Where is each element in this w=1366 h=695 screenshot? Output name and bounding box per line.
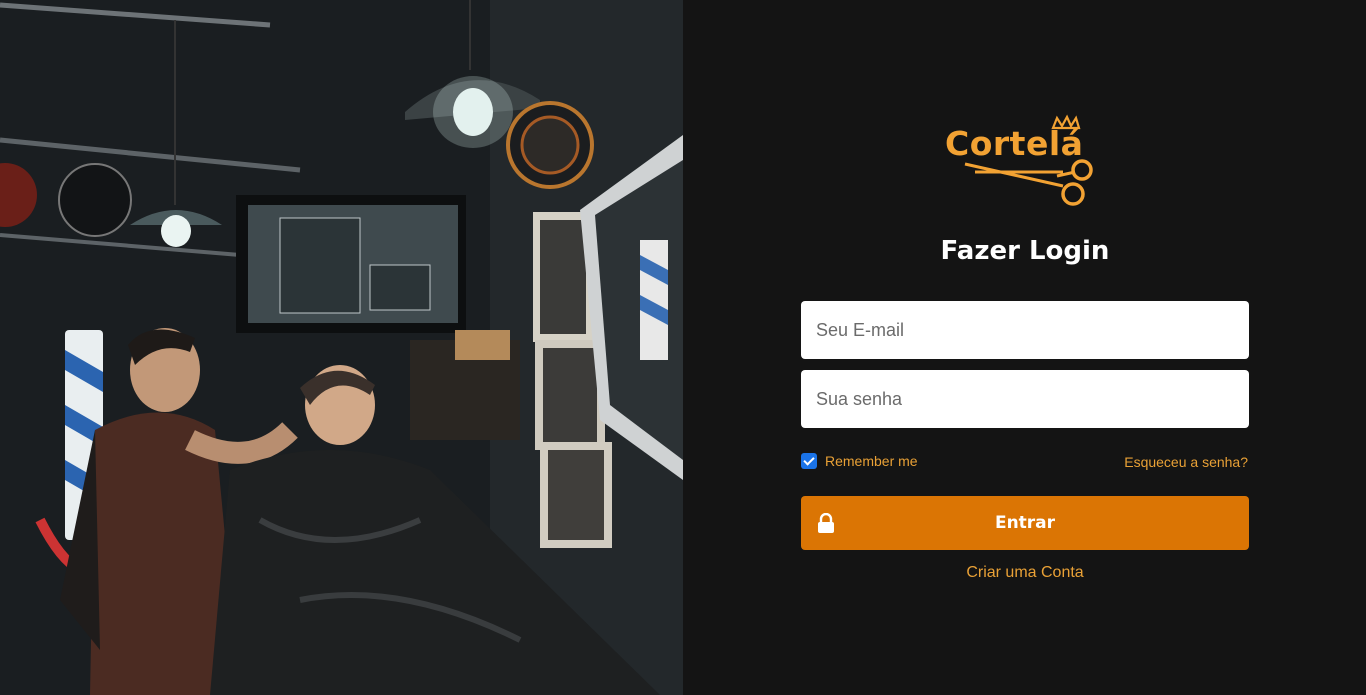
- forgot-password-link[interactable]: Esqueceu a senha?: [1124, 454, 1248, 470]
- remember-me-checkbox[interactable]: [801, 453, 817, 469]
- password-input[interactable]: [801, 370, 1249, 428]
- page-title: Fazer Login: [940, 236, 1110, 266]
- email-input[interactable]: [801, 301, 1249, 359]
- login-page: Cortelá Fazer Login Remember me Esqueceu…: [0, 0, 1366, 695]
- brand-logo: Cortelá: [945, 114, 1105, 210]
- submit-button[interactable]: Entrar: [801, 496, 1249, 550]
- create-account-link[interactable]: Criar uma Conta: [801, 564, 1249, 582]
- login-panel: Cortelá Fazer Login Remember me Esqueceu…: [683, 0, 1366, 695]
- scissors-crown-icon: [964, 114, 1093, 206]
- submit-button-label: Entrar: [994, 513, 1056, 533]
- lock-icon: [818, 513, 834, 533]
- barbershop-illustration: [0, 0, 683, 695]
- remember-me[interactable]: Remember me: [801, 453, 918, 469]
- remember-me-label: Remember me: [825, 453, 918, 469]
- barbershop-photo: [0, 0, 683, 695]
